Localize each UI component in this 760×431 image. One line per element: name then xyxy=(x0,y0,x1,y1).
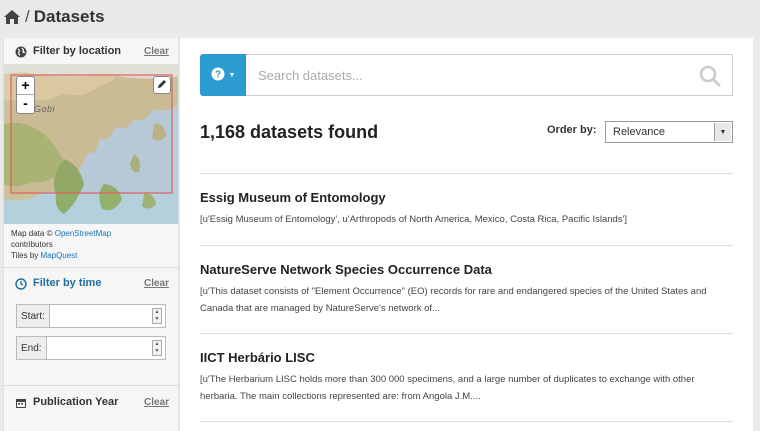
result-item: IICT Herbário LISC [u'The Herbarium LISC… xyxy=(200,333,733,405)
zoom-in-button[interactable]: + xyxy=(17,77,34,95)
result-item: Essig Museum of Entomology [u'Essig Muse… xyxy=(200,173,733,228)
result-title[interactable]: Essig Museum of Entomology xyxy=(200,190,733,205)
map-place-label: Gobi xyxy=(34,104,56,114)
location-filter-title: Filter by location xyxy=(33,45,122,57)
time-clear-link[interactable]: Clear xyxy=(144,278,169,289)
attribution-contributors: contributors xyxy=(11,240,53,249)
results-count: 1,168 datasets found xyxy=(200,122,379,142)
result-description: [u'This dataset consists of "Element Occ… xyxy=(200,286,707,314)
end-date-input[interactable]: ▲ ▼ xyxy=(45,336,166,360)
search-input[interactable] xyxy=(246,55,732,95)
result-divider xyxy=(200,421,733,422)
start-label: Start: xyxy=(16,304,49,328)
result-title[interactable]: NatureServe Network Species Occurrence D… xyxy=(200,262,733,277)
result-description: [u'Essig Museum of Entomology', u'Arthro… xyxy=(200,214,628,225)
svg-text:?: ? xyxy=(214,70,220,81)
clock-icon xyxy=(15,277,27,290)
start-spinner[interactable]: ▲ ▼ xyxy=(152,308,162,324)
start-date-input[interactable]: ▲ ▼ xyxy=(48,304,166,328)
result-item: NatureServe Network Species Occurrence D… xyxy=(200,245,733,317)
end-label: End: xyxy=(16,336,46,360)
draw-area-button[interactable] xyxy=(153,76,171,94)
calendar-icon xyxy=(15,396,27,408)
order-by-label: Order by: xyxy=(547,124,597,136)
search-icon[interactable] xyxy=(699,65,721,87)
breadcrumb: / Datasets xyxy=(0,0,760,34)
home-icon[interactable] xyxy=(3,9,21,25)
map-zoom-control: + - xyxy=(16,76,35,114)
search-help-button[interactable]: ? ▼ xyxy=(200,54,246,96)
select-arrow-icon[interactable]: ▼ xyxy=(714,123,731,141)
location-clear-link[interactable]: Clear xyxy=(144,46,169,57)
globe-icon xyxy=(15,45,27,58)
breadcrumb-separator: / xyxy=(25,7,30,26)
time-filter-title: Filter by time xyxy=(33,277,102,289)
end-date-row: End: ▲ ▼ xyxy=(16,336,166,360)
page-title: Datasets xyxy=(33,7,105,26)
sidebar: Filter by location Clear + - Gobi Map da… xyxy=(3,38,179,431)
pencil-icon xyxy=(157,76,167,94)
time-filter-body: Start: ▲ ▼ End: ▲ ▼ xyxy=(4,296,178,386)
order-by-select[interactable]: Relevance ▼ xyxy=(605,121,733,143)
openstreetmap-link[interactable]: OpenStreetMap xyxy=(55,229,111,238)
start-date-row: Start: ▲ ▼ xyxy=(16,304,166,328)
search-box xyxy=(246,54,733,96)
location-map[interactable]: + - Gobi xyxy=(4,64,178,224)
main-content: ? ▼ 1,168 datasets found Order by: Relev… xyxy=(180,38,753,431)
question-icon: ? xyxy=(211,67,225,83)
search-bar: ? ▼ xyxy=(200,54,733,96)
pubyear-filter-header[interactable]: Publication Year Clear xyxy=(4,388,178,416)
location-filter-header: Filter by location Clear xyxy=(4,38,178,64)
end-spinner[interactable]: ▲ ▼ xyxy=(152,340,162,356)
map-attribution: Map data © OpenStreetMap contributors Ti… xyxy=(4,224,178,268)
result-description: [u'The Herbarium LISC holds more than 30… xyxy=(200,374,695,402)
attribution-text: Map data © xyxy=(11,229,53,238)
result-title[interactable]: IICT Herbário LISC xyxy=(200,350,733,365)
order-by-value: Relevance xyxy=(613,126,665,138)
pubyear-filter-title: Publication Year xyxy=(33,396,119,408)
pubyear-clear-link[interactable]: Clear xyxy=(144,397,169,408)
zoom-out-button[interactable]: - xyxy=(17,95,34,113)
caret-down-icon: ▼ xyxy=(228,71,236,79)
time-filter-header: Filter by time Clear xyxy=(4,270,178,296)
mapquest-link[interactable]: MapQuest xyxy=(41,251,78,260)
tiles-text: Tiles by xyxy=(11,251,39,260)
